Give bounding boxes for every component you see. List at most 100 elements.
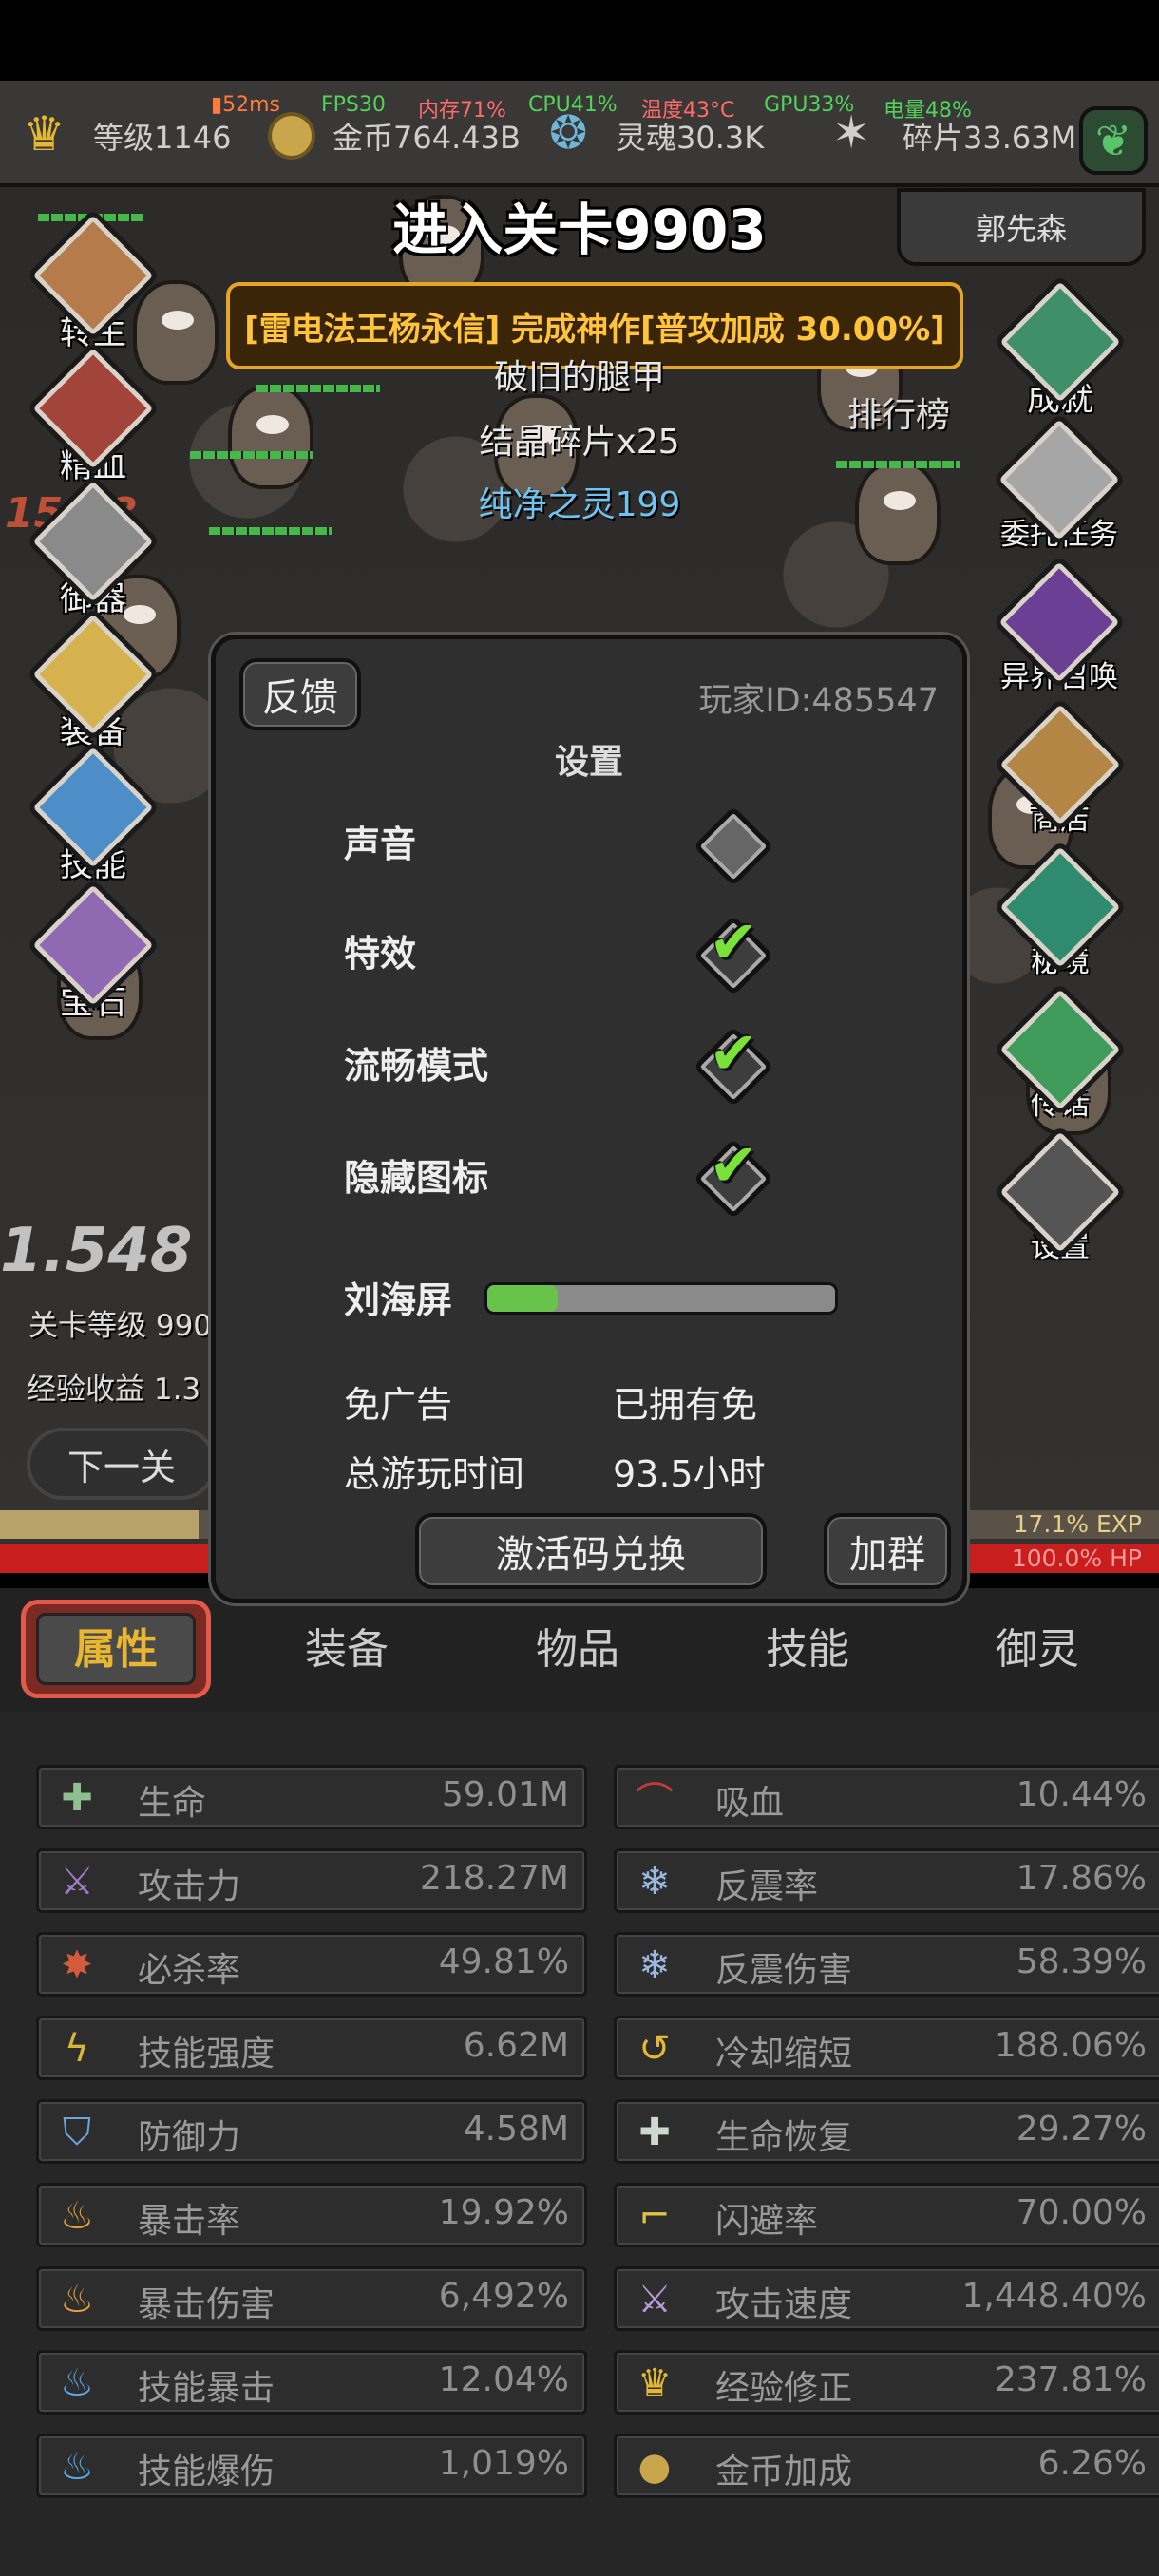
attribute-label: 冷却缩短 bbox=[715, 2035, 853, 2074]
tab-equipment[interactable]: 装备 bbox=[252, 1615, 442, 1676]
attribute-label: 防御力 bbox=[138, 2118, 241, 2157]
attribute-row: ↺ 冷却缩短 188.06% bbox=[614, 2016, 1159, 2080]
attribute-value: 6.62M bbox=[463, 2026, 569, 2065]
effects-label: 特效 bbox=[344, 933, 417, 975]
drop-item-text: 纯净之灵199 bbox=[478, 485, 681, 524]
menu-shop[interactable]: 商店 bbox=[993, 697, 1128, 838]
tab-attributes[interactable]: 属性 bbox=[21, 1615, 211, 1676]
coin-icon: ● bbox=[637, 2445, 672, 2489]
smooth-mode-label: 流畅模式 bbox=[344, 1045, 489, 1087]
attribute-row: ⌒ 吸血 10.44% bbox=[614, 1765, 1159, 1829]
attribute-value: 10.44% bbox=[1016, 1775, 1147, 1814]
crown-icon: ♛ bbox=[637, 2361, 672, 2405]
attribute-row: ϟ 技能强度 6.62M bbox=[36, 2016, 587, 2080]
attribute-value: 218.27M bbox=[419, 1859, 569, 1898]
attribute-row: ⌐ 闪避率 70.00% bbox=[614, 2183, 1159, 2247]
attribute-label: 经验修正 bbox=[715, 2369, 853, 2408]
soul-stat: 灵魂30.3K bbox=[616, 120, 765, 156]
tab-skills[interactable]: 技能 bbox=[712, 1615, 902, 1676]
menu-summon[interactable]: 异界召唤 bbox=[988, 555, 1130, 695]
attribute-value: 6,492% bbox=[438, 2277, 569, 2316]
attribute-value: 1,019% bbox=[438, 2444, 569, 2483]
hp-percent: 100.0% HP bbox=[1011, 1544, 1142, 1572]
attribute-row: ⛉ 防御力 4.58M bbox=[36, 2099, 587, 2164]
attribute-value: 4.58M bbox=[463, 2110, 569, 2149]
attribute-value: 29.27% bbox=[1016, 2110, 1147, 2149]
tab-spirits[interactable]: 御灵 bbox=[942, 1615, 1132, 1676]
cooldown-icon: ↺ bbox=[638, 2027, 671, 2071]
menu-message[interactable]: 传话 bbox=[993, 982, 1128, 1123]
attribute-value: 49.81% bbox=[438, 1942, 569, 1981]
stage-level-text: 关卡等级 990 bbox=[28, 1309, 213, 1343]
attribute-row: ⚔ 攻击速度 1,448.40% bbox=[614, 2266, 1159, 2331]
next-stage-button[interactable]: 下一关 bbox=[27, 1428, 217, 1500]
exp-percent: 17.1% EXP bbox=[1013, 1510, 1142, 1538]
sound-checkbox[interactable] bbox=[693, 805, 774, 887]
exp-gain-text: 经验收益 1.3 bbox=[27, 1373, 201, 1407]
menu-gems[interactable]: 宝石 bbox=[26, 878, 161, 1024]
attribute-row: ❄ 反震伤害 58.39% bbox=[614, 1932, 1159, 1997]
menu-settings[interactable]: 设置 bbox=[993, 1125, 1128, 1265]
attribute-value: 6.26% bbox=[1037, 2444, 1147, 2483]
attribute-row: ✸ 必杀率 49.81% bbox=[36, 1932, 587, 1997]
exp-bar-fill bbox=[0, 1510, 199, 1539]
menu-achievements[interactable]: 成就 bbox=[993, 275, 1128, 421]
attribute-value: 12.04% bbox=[438, 2360, 569, 2399]
gold-stat: 金币764.43B bbox=[332, 120, 521, 156]
attribute-label: 必杀率 bbox=[138, 1951, 241, 1990]
flame-icon: ♨ bbox=[60, 2278, 94, 2321]
attribute-value: 237.81% bbox=[994, 2360, 1147, 2399]
attribute-row: ♛ 经验修正 237.81% bbox=[614, 2350, 1159, 2415]
attribute-row: ✚ 生命恢复 29.27% bbox=[614, 2099, 1159, 2164]
drop-item-text: 结晶碎片x25 bbox=[479, 423, 680, 462]
sound-label: 声音 bbox=[344, 824, 417, 865]
coin-icon bbox=[268, 112, 315, 160]
menu-secret-realm[interactable]: 秘境 bbox=[993, 840, 1128, 980]
attribute-label: 技能爆伤 bbox=[138, 2453, 276, 2491]
attribute-label: 技能强度 bbox=[138, 2035, 276, 2074]
attribute-row: ♨ 暴击率 19.92% bbox=[36, 2183, 587, 2247]
join-group-button[interactable]: 加群 bbox=[824, 1513, 951, 1589]
attribute-value: 70.00% bbox=[1016, 2193, 1147, 2232]
attribute-value: 58.39% bbox=[1016, 1942, 1147, 1981]
tab-items[interactable]: 物品 bbox=[483, 1615, 673, 1676]
attribute-row: ✚ 生命 59.01M bbox=[36, 1765, 587, 1829]
attribute-row: ♨ 暴击伤害 6,492% bbox=[36, 2266, 587, 2331]
attribute-value: 59.01M bbox=[441, 1775, 569, 1814]
feedback-button[interactable]: 反馈 bbox=[239, 658, 361, 730]
menu-blood-essence[interactable]: 精血 bbox=[26, 341, 161, 487]
attribute-row: ⚔ 攻击力 218.27M bbox=[36, 1848, 587, 1913]
no-ads-label: 免广告 bbox=[344, 1384, 453, 1426]
checkmark-icon: ✔ bbox=[709, 1018, 758, 1088]
hide-icons-label: 隐藏图标 bbox=[344, 1157, 489, 1199]
attribute-label: 吸血 bbox=[715, 1784, 785, 1823]
menu-skills[interactable]: 技能 bbox=[26, 740, 161, 886]
attribute-row: ♨ 技能暴击 12.04% bbox=[36, 2350, 587, 2415]
menu-equipment[interactable]: 装备 bbox=[26, 607, 161, 753]
menu-commissions[interactable]: 委托任务 bbox=[988, 412, 1130, 553]
blue-flame-icon: ♨ bbox=[60, 2361, 94, 2405]
attribute-label: 攻击速度 bbox=[715, 2285, 853, 2324]
notch-slider[interactable] bbox=[484, 1282, 838, 1315]
no-ads-value: 已拥有免 bbox=[613, 1384, 758, 1426]
redeem-code-button[interactable]: 激活码兑换 bbox=[415, 1513, 767, 1589]
shards-stat: 碎片33.63M bbox=[902, 120, 1077, 156]
checkmark-icon: ✔ bbox=[709, 907, 758, 976]
attribute-label: 反震率 bbox=[715, 1867, 819, 1906]
leaf-menu-button[interactable]: ❦ bbox=[1079, 106, 1148, 175]
shield-icon: ⛉ bbox=[63, 2111, 91, 2154]
attribute-label: 暴击伤害 bbox=[138, 2285, 276, 2324]
attribute-label: 技能暴击 bbox=[138, 2369, 276, 2408]
crown-icon: ♛ bbox=[23, 106, 66, 161]
checkmark-icon: ✔ bbox=[709, 1130, 758, 1200]
attribute-label: 生命 bbox=[138, 1784, 207, 1823]
double-sword-icon: ⚔ bbox=[637, 2278, 672, 2321]
attribute-label: 生命恢复 bbox=[715, 2118, 853, 2157]
enemy-hp-bar bbox=[209, 527, 332, 535]
soul-icon: ❂ bbox=[549, 106, 588, 160]
game-screen: 15.48 1.548 关卡等级 990 经验收益 1.3 下一关 ▮52ms … bbox=[0, 0, 1159, 2576]
menu-rebirth[interactable]: 转生 bbox=[26, 208, 161, 354]
menu-artifact[interactable]: 御器 bbox=[26, 474, 161, 620]
settings-dialog: 反馈 玩家ID:485547 设置 声音 特效 ✔ 流畅模式 ✔ 隐藏图标 ✔ … bbox=[211, 635, 967, 1603]
playtime-value: 93.5小时 bbox=[613, 1453, 766, 1495]
